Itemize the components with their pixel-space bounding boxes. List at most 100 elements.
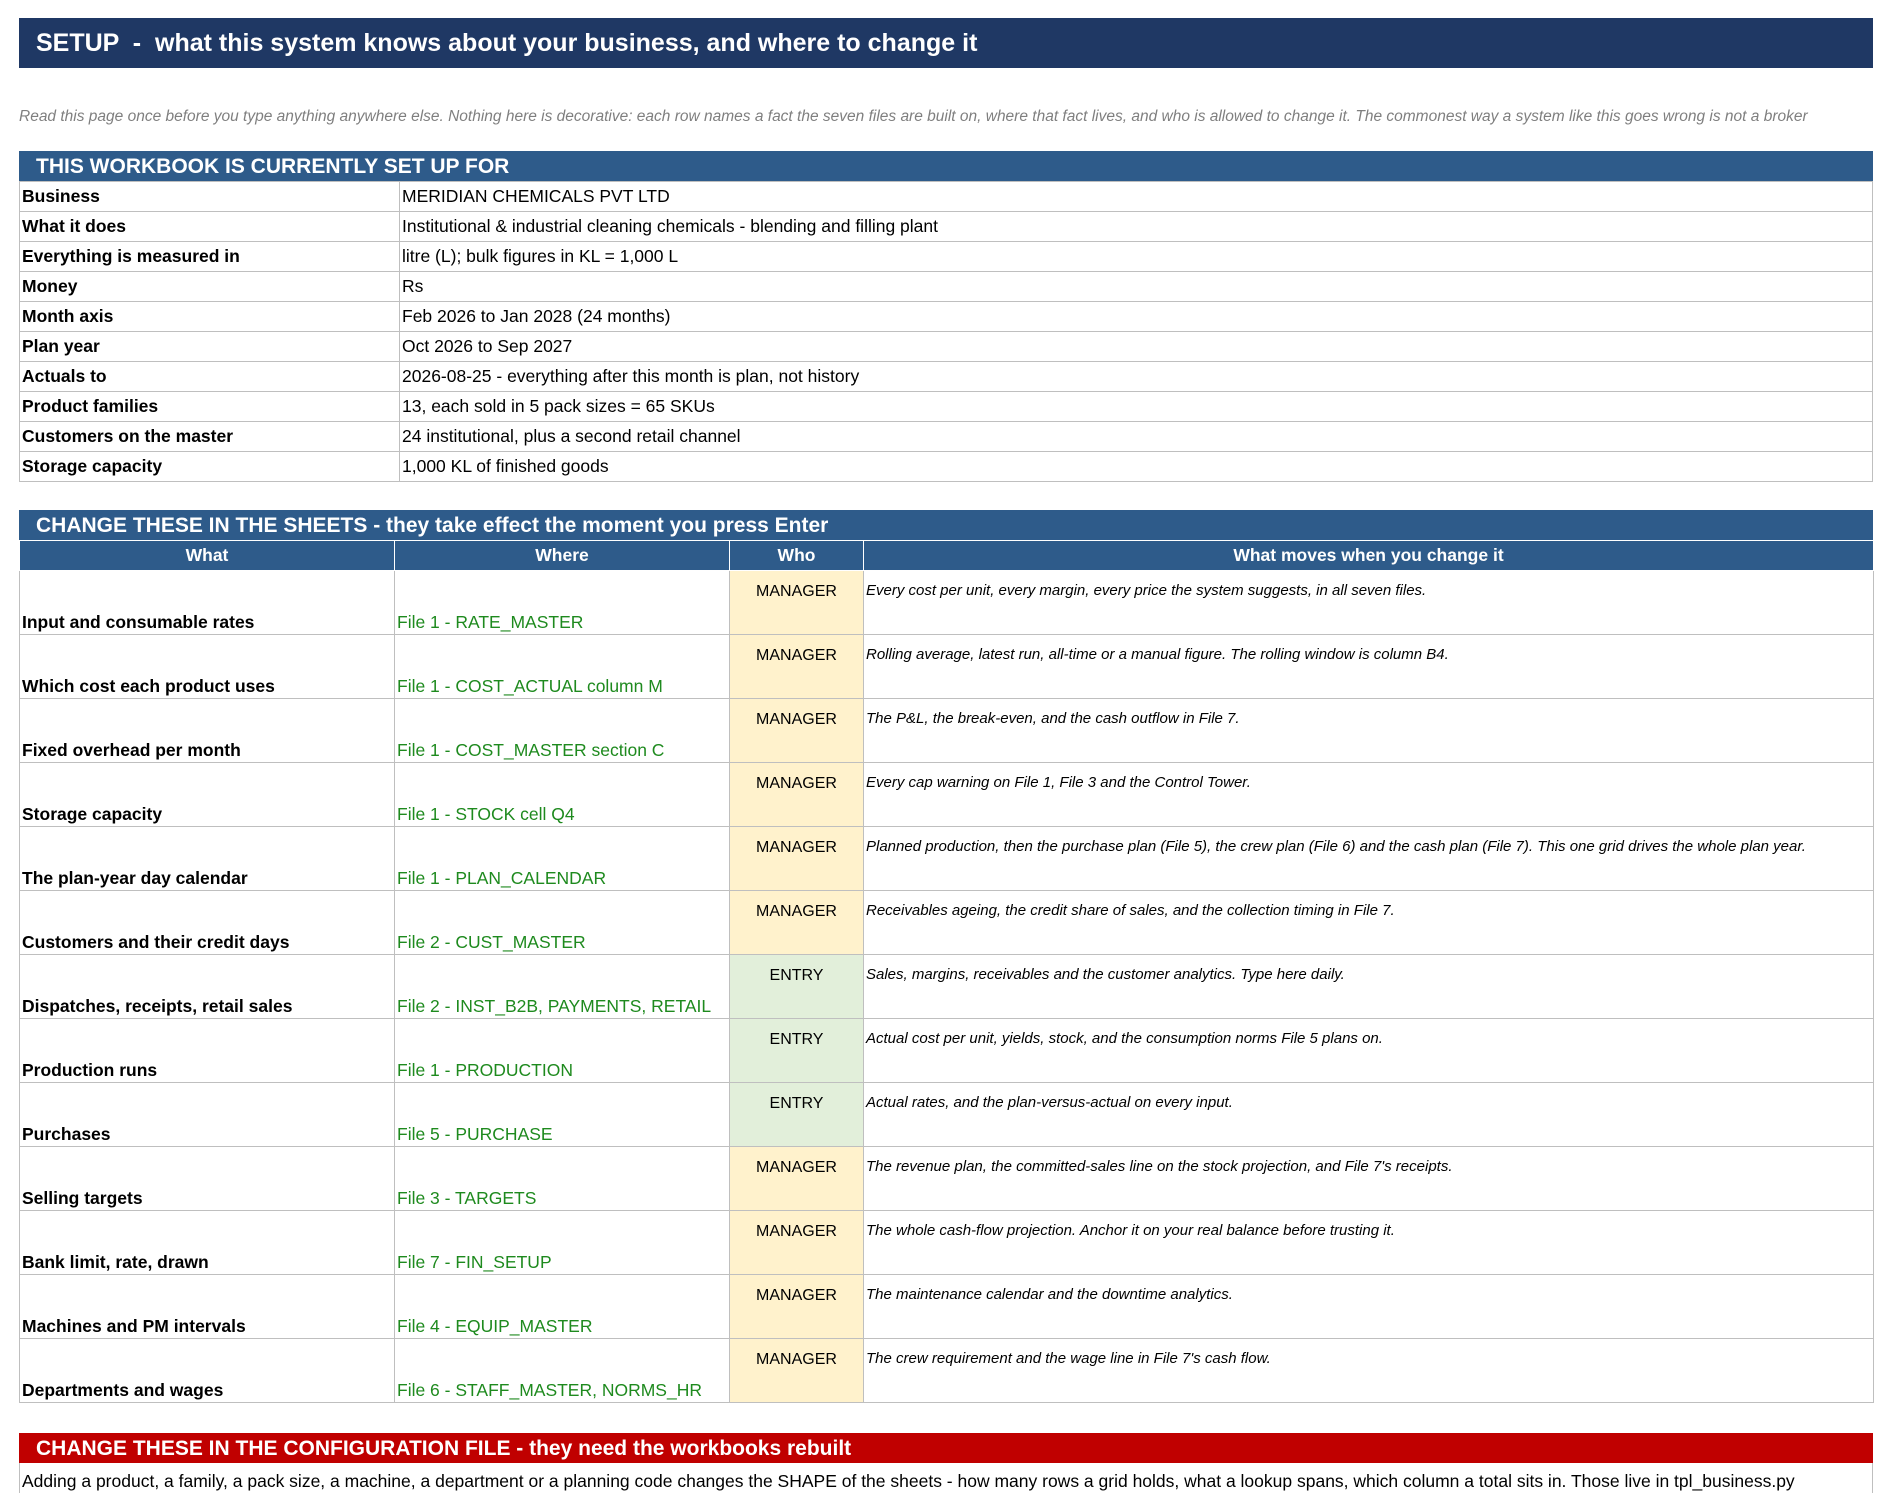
where-cell[interactable]: File 3 - TARGETS (394, 1146, 730, 1211)
moves-cell[interactable]: Every cap warning on File 1, File 3 and … (863, 762, 1874, 827)
setup-row: Customers on the master 24 institutional,… (19, 421, 1873, 452)
setup-row: Actuals to 2026-08-25 - everything after … (19, 361, 1873, 392)
who-cell[interactable]: ENTRY (729, 1082, 864, 1147)
moves-cell[interactable]: Actual rates, and the plan-versus-actual… (863, 1082, 1874, 1147)
moves-cell[interactable]: The revenue plan, the committed-sales li… (863, 1146, 1874, 1211)
what-cell[interactable]: Departments and wages (19, 1338, 395, 1403)
column-header-moves[interactable]: What moves when you change it (863, 540, 1874, 571)
setup-value-cell[interactable]: Institutional & industrial cleaning chem… (399, 211, 1873, 242)
intro-note: Read this page once before you type anyt… (19, 108, 1808, 125)
table-row: Selling targets File 3 - TARGETS MANAGER Th… (19, 1146, 1874, 1211)
setup-row: Everything is measured in litre (L); bulk… (19, 241, 1873, 272)
who-cell[interactable]: MANAGER (729, 570, 864, 635)
what-cell[interactable]: Selling targets (19, 1146, 395, 1211)
setup-value-cell[interactable]: Oct 2026 to Sep 2027 (399, 331, 1873, 362)
setup-value-cell[interactable]: 1,000 KL of finished goods (399, 451, 1873, 482)
where-cell[interactable]: File 2 - INST_B2B, PAYMENTS, RETAIL (394, 954, 730, 1019)
table-row: Storage capacity File 1 - STOCK cell Q4 MA… (19, 762, 1874, 827)
table-row: Machines and PM intervals File 4 - EQUIP_… (19, 1274, 1874, 1339)
table-row: Fixed overhead per month File 1 - COST_MA… (19, 698, 1874, 763)
setup-key-cell[interactable]: What it does (19, 211, 400, 242)
setup-value-cell[interactable]: MERIDIAN CHEMICALS PVT LTD (399, 181, 1873, 212)
what-cell[interactable]: Input and consumable rates (19, 570, 395, 635)
what-cell[interactable]: Production runs (19, 1018, 395, 1083)
moves-cell[interactable]: Every cost per unit, every margin, every… (863, 570, 1874, 635)
where-cell[interactable]: File 6 - STAFF_MASTER, NORMS_HR (394, 1338, 730, 1403)
who-cell[interactable]: MANAGER (729, 1146, 864, 1211)
setup-key-cell[interactable]: Plan year (19, 331, 400, 362)
where-cell[interactable]: File 1 - PLAN_CALENDAR (394, 826, 730, 891)
table-row: Production runs File 1 - PRODUCTION ENTRY A… (19, 1018, 1874, 1083)
who-cell[interactable]: ENTRY (729, 954, 864, 1019)
setup-key-cell[interactable]: Money (19, 271, 400, 302)
setup-row: Product families 13, each sold in 5 pack … (19, 391, 1873, 422)
what-cell[interactable]: Storage capacity (19, 762, 395, 827)
who-cell[interactable]: MANAGER (729, 890, 864, 955)
setup-section-heading: THIS WORKBOOK IS CURRENTLY SET UP FOR (19, 151, 1873, 181)
who-cell[interactable]: MANAGER (729, 826, 864, 891)
setup-value-cell[interactable]: litre (L); bulk figures in KL = 1,000 L (399, 241, 1873, 272)
setup-key-cell[interactable]: Everything is measured in (19, 241, 400, 272)
moves-cell[interactable]: Receivables ageing, the credit share of … (863, 890, 1874, 955)
where-cell[interactable]: File 5 - PURCHASE (394, 1082, 730, 1147)
what-cell[interactable]: Purchases (19, 1082, 395, 1147)
what-cell[interactable]: The plan-year day calendar (19, 826, 395, 891)
setup-value-cell[interactable]: 2026-08-25 - everything after this month… (399, 361, 1873, 392)
setup-value-cell[interactable]: Rs (399, 271, 1873, 302)
moves-cell[interactable]: Actual cost per unit, yields, stock, and… (863, 1018, 1874, 1083)
setup-row: Money Rs (19, 271, 1873, 302)
who-cell[interactable]: MANAGER (729, 698, 864, 763)
where-cell[interactable]: File 2 - CUST_MASTER (394, 890, 730, 955)
where-cell[interactable]: File 7 - FIN_SETUP (394, 1210, 730, 1275)
who-cell[interactable]: MANAGER (729, 1338, 864, 1403)
what-cell[interactable]: Dispatches, receipts, retail sales (19, 954, 395, 1019)
page-title: SETUP - what this system knows about you… (19, 18, 1873, 68)
table-row: Input and consumable rates File 1 - RATE_… (19, 570, 1874, 635)
moves-cell[interactable]: Sales, margins, receivables and the cust… (863, 954, 1874, 1019)
where-cell[interactable]: File 1 - PRODUCTION (394, 1018, 730, 1083)
what-cell[interactable]: Machines and PM intervals (19, 1274, 395, 1339)
setup-row: Storage capacity 1,000 KL of finished goo… (19, 451, 1873, 482)
table-row: Which cost each product uses File 1 - COS… (19, 634, 1874, 699)
who-cell[interactable]: MANAGER (729, 1274, 864, 1339)
moves-cell[interactable]: The P&L, the break-even, and the cash ou… (863, 698, 1874, 763)
who-cell[interactable]: MANAGER (729, 634, 864, 699)
column-header-where[interactable]: Where (394, 540, 730, 571)
what-cell[interactable]: Fixed overhead per month (19, 698, 395, 763)
setup-row: Plan year Oct 2026 to Sep 2027 (19, 331, 1873, 362)
setup-key-cell[interactable]: Business (19, 181, 400, 212)
where-cell[interactable]: File 1 - STOCK cell Q4 (394, 762, 730, 827)
who-cell[interactable]: ENTRY (729, 1018, 864, 1083)
setup-row: Month axis Feb 2026 to Jan 2028 (24 month… (19, 301, 1873, 332)
where-cell[interactable]: File 4 - EQUIP_MASTER (394, 1274, 730, 1339)
column-header-who[interactable]: Who (729, 540, 864, 571)
moves-cell[interactable]: Rolling average, latest run, all-time or… (863, 634, 1874, 699)
what-cell[interactable]: Which cost each product uses (19, 634, 395, 699)
setup-key-cell[interactable]: Product families (19, 391, 400, 422)
moves-cell[interactable]: The crew requirement and the wage line i… (863, 1338, 1874, 1403)
setup-key-cell[interactable]: Customers on the master (19, 421, 400, 452)
setup-key-cell[interactable]: Actuals to (19, 361, 400, 392)
setup-key-cell[interactable]: Storage capacity (19, 451, 400, 482)
table-row: The plan-year day calendar File 1 - PLAN_… (19, 826, 1874, 891)
where-cell[interactable]: File 1 - COST_MASTER section C (394, 698, 730, 763)
what-cell[interactable]: Bank limit, rate, drawn (19, 1210, 395, 1275)
setup-value-cell[interactable]: 24 institutional, plus a second retail c… (399, 421, 1873, 452)
where-cell[interactable]: File 1 - RATE_MASTER (394, 570, 730, 635)
what-cell[interactable]: Customers and their credit days (19, 890, 395, 955)
setup-sheet: SETUP - what this system knows about you… (19, 18, 1874, 1493)
setup-value-cell[interactable]: 13, each sold in 5 pack sizes = 65 SKUs (399, 391, 1873, 422)
moves-cell[interactable]: Planned production, then the purchase pl… (863, 826, 1874, 891)
config-note[interactable]: Adding a product, a family, a pack size,… (19, 1463, 1873, 1493)
column-header-what[interactable]: What (19, 540, 395, 571)
setup-value-cell[interactable]: Feb 2026 to Jan 2028 (24 months) (399, 301, 1873, 332)
moves-cell[interactable]: The whole cash-flow projection. Anchor i… (863, 1210, 1874, 1275)
where-cell[interactable]: File 1 - COST_ACTUAL column M (394, 634, 730, 699)
who-cell[interactable]: MANAGER (729, 1210, 864, 1275)
who-cell[interactable]: MANAGER (729, 762, 864, 827)
setup-facts-table: Business MERIDIAN CHEMICALS PVT LTD What i… (19, 181, 1873, 482)
moves-cell[interactable]: The maintenance calendar and the downtim… (863, 1274, 1874, 1339)
table-row: Purchases File 5 - PURCHASE ENTRY Actual ra… (19, 1082, 1874, 1147)
setup-key-cell[interactable]: Month axis (19, 301, 400, 332)
changes-table: What Where Who What moves when you chang… (19, 540, 1874, 1403)
